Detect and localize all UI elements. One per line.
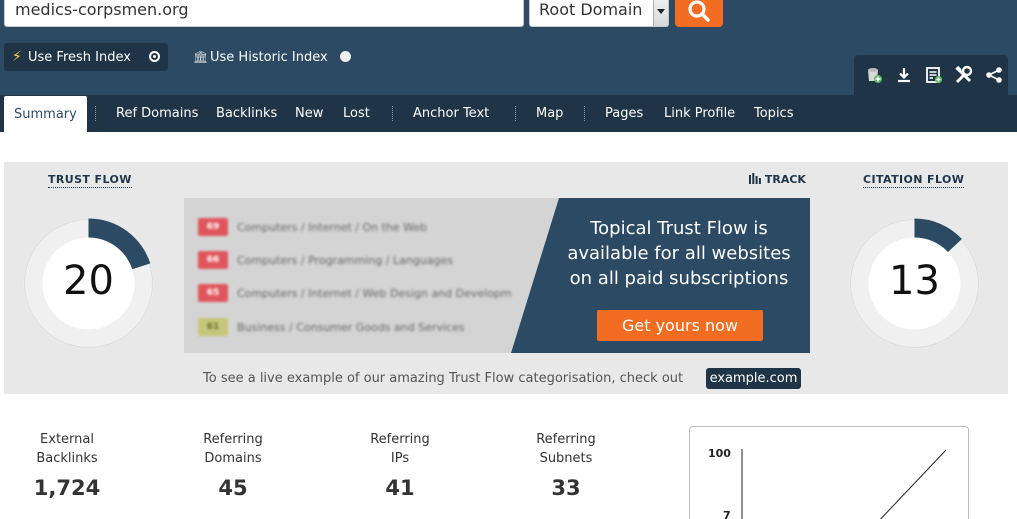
tab-backlinks[interactable]: Backlinks	[216, 95, 277, 132]
fresh-index-button[interactable]: ⚡ Use Fresh Index	[4, 43, 168, 71]
historic-index-label: Use Historic Index	[210, 49, 328, 65]
report-button[interactable]	[922, 63, 946, 87]
tab-new[interactable]: New	[295, 95, 323, 132]
stat-value: 33	[551, 476, 581, 500]
trust-flow-gauge: 20	[23, 218, 154, 349]
flow-metrics-chart[interactable]: 100 7	[689, 426, 969, 519]
header: medics-corpsmen.org Root Domain ⚡ Use Fr…	[0, 0, 1017, 95]
download-icon	[898, 68, 910, 83]
nav-tabs: Summary Ref Domains Backlinks New Lost A…	[0, 95, 1017, 132]
page: medics-corpsmen.org Root Domain ⚡ Use Fr…	[0, 0, 1017, 519]
historic-index-button[interactable]: 🏛 Use Historic Index	[185, 43, 365, 71]
example-text: To see a live example of our amazing Tru…	[203, 371, 684, 386]
trust-flow-title[interactable]: TRUST FLOW	[48, 173, 132, 188]
chart-diagonal-line	[879, 449, 947, 519]
museum-icon: 🏛	[193, 50, 209, 64]
stat-external-backlinks[interactable]: External Backlinks 1,724	[7, 430, 127, 500]
share-icon	[986, 67, 1002, 83]
stat-label: External	[40, 432, 94, 447]
tab-anchor-text[interactable]: Anchor Text	[413, 95, 489, 132]
tab-pages[interactable]: Pages	[605, 95, 643, 132]
citation-flow-gauge: 13	[849, 218, 980, 349]
promo-line: available for all websites	[567, 243, 791, 264]
track-label: TRACK	[764, 173, 806, 186]
stat-label: Referring	[536, 432, 596, 447]
promo-line: on all paid subscriptions	[569, 268, 789, 289]
tab-divider	[392, 106, 393, 121]
stat-label: Backlinks	[36, 451, 98, 466]
fresh-index-label: Use Fresh Index	[28, 49, 131, 65]
bucket-add-icon	[868, 68, 882, 83]
tab-topics[interactable]: Topics	[754, 95, 793, 132]
lightning-icon: ⚡	[12, 49, 22, 65]
chart-plot-area	[741, 449, 947, 519]
report-add-icon	[926, 67, 943, 84]
search-icon	[688, 0, 710, 22]
stat-value: 1,724	[33, 476, 101, 500]
stat-referring-ips[interactable]: Referring IPs 41	[340, 430, 460, 500]
download-button[interactable]	[892, 63, 916, 87]
citation-flow-title[interactable]: CITATION FLOW	[863, 173, 965, 188]
promo-message: Topical Trust Flow is available for all …	[544, 216, 810, 291]
tab-link-profile[interactable]: Link Profile	[664, 95, 735, 132]
search-input[interactable]: medics-corpsmen.org	[4, 0, 524, 27]
stat-referring-subnets[interactable]: Referring Subnets 33	[506, 430, 626, 500]
stat-value: 45	[218, 476, 248, 500]
stat-label: Subnets	[539, 451, 593, 466]
chevron-down-icon[interactable]	[653, 0, 668, 26]
stat-value: 41	[385, 476, 415, 500]
trust-flow-value: 20	[63, 258, 114, 304]
promo-line: Topical Trust Flow is	[590, 218, 768, 239]
get-yours-now-button[interactable]: Get yours now	[597, 310, 763, 341]
tab-divider	[515, 106, 516, 121]
add-bucket-button[interactable]	[862, 63, 886, 87]
search-button[interactable]	[675, 0, 723, 27]
tools-button[interactable]	[952, 63, 976, 87]
citation-flow-value: 13	[889, 258, 940, 304]
stat-referring-domains[interactable]: Referring Domains 45	[173, 430, 293, 500]
fresh-index-radio[interactable]	[149, 51, 160, 62]
share-button[interactable]	[982, 63, 1006, 87]
scope-select[interactable]: Root Domain	[529, 0, 669, 27]
track-button[interactable]: TRACK	[749, 173, 806, 186]
toolbar	[854, 55, 1008, 95]
historic-index-radio[interactable]	[340, 51, 351, 62]
stat-label: Referring	[203, 432, 263, 447]
bar-chart-icon	[749, 173, 761, 184]
tab-map[interactable]: Map	[536, 95, 563, 132]
stat-label: Domains	[204, 451, 262, 466]
tab-lost[interactable]: Lost	[343, 95, 370, 132]
tab-summary[interactable]: Summary	[4, 96, 87, 132]
example-link[interactable]: example.com	[706, 368, 801, 389]
tools-icon	[955, 65, 973, 84]
scope-select-value: Root Domain	[539, 0, 643, 19]
tab-divider	[584, 106, 585, 121]
topical-trust-flow-promo: 69 Computers / Internet / On the Web 66 …	[184, 198, 810, 353]
tab-divider	[95, 106, 96, 121]
tab-ref-domains[interactable]: Ref Domains	[116, 95, 198, 132]
stat-label: IPs	[390, 451, 410, 466]
stat-label: Referring	[370, 432, 430, 447]
